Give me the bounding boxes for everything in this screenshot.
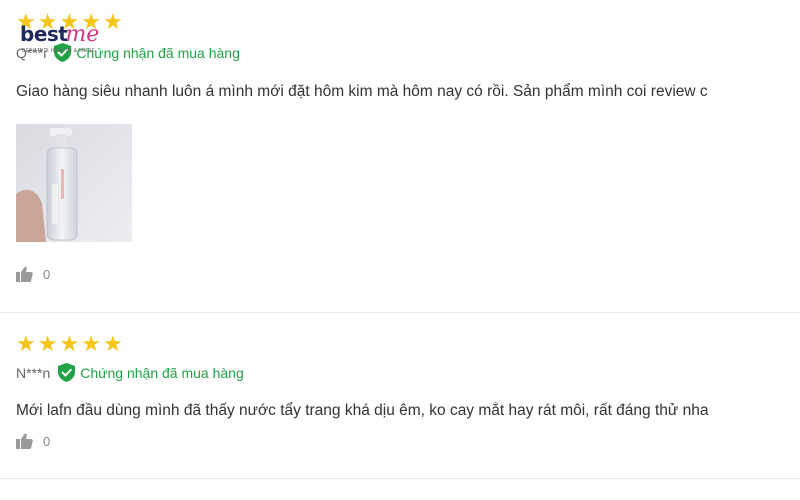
logo-text-best: best (20, 22, 68, 46)
star-icon: ★ (59, 332, 80, 357)
review-meta: N***n Chứng nhận đã mua hàng (16, 363, 244, 382)
verified-label: Chứng nhận đã mua hàng (80, 364, 244, 381)
review-text: Giao hàng siêu nhanh luôn á mình mới đặt… (16, 83, 708, 100)
like-count: 0 (43, 433, 51, 449)
star-icon: ★ (16, 332, 36, 357)
review-item: ★ ★ ★ ★ ★ N***n Chứng nhận đã mua hàng M… (0, 313, 800, 479)
like-button[interactable]: 0 (16, 266, 50, 282)
like-button[interactable]: 0 (16, 433, 50, 449)
review-text: Mới lafn đầu dùng mình đã thấy nước tẩy … (16, 402, 709, 419)
logo-tagline: BEAUTY & HEALTH & MORE (22, 48, 96, 54)
star-icon: ★ (102, 332, 123, 357)
product-bottle-image (16, 124, 132, 242)
verified-check-icon (58, 363, 76, 382)
review-photo[interactable] (16, 124, 132, 242)
star-icon: ★ (37, 332, 58, 357)
star-icon: ★ (81, 332, 101, 357)
rating-stars: ★ ★ ★ ★ ★ (16, 334, 123, 356)
review-author: N***n (16, 364, 51, 381)
verified-purchase-badge: Chứng nhận đã mua hàng (58, 363, 244, 382)
thumbs-up-icon (16, 266, 33, 282)
thumbs-up-icon (16, 433, 33, 449)
brand-logo: bestme BEAUTY & HEALTH & MORE (20, 22, 130, 60)
like-count: 0 (43, 266, 51, 282)
logo-text-me: me (65, 22, 100, 47)
